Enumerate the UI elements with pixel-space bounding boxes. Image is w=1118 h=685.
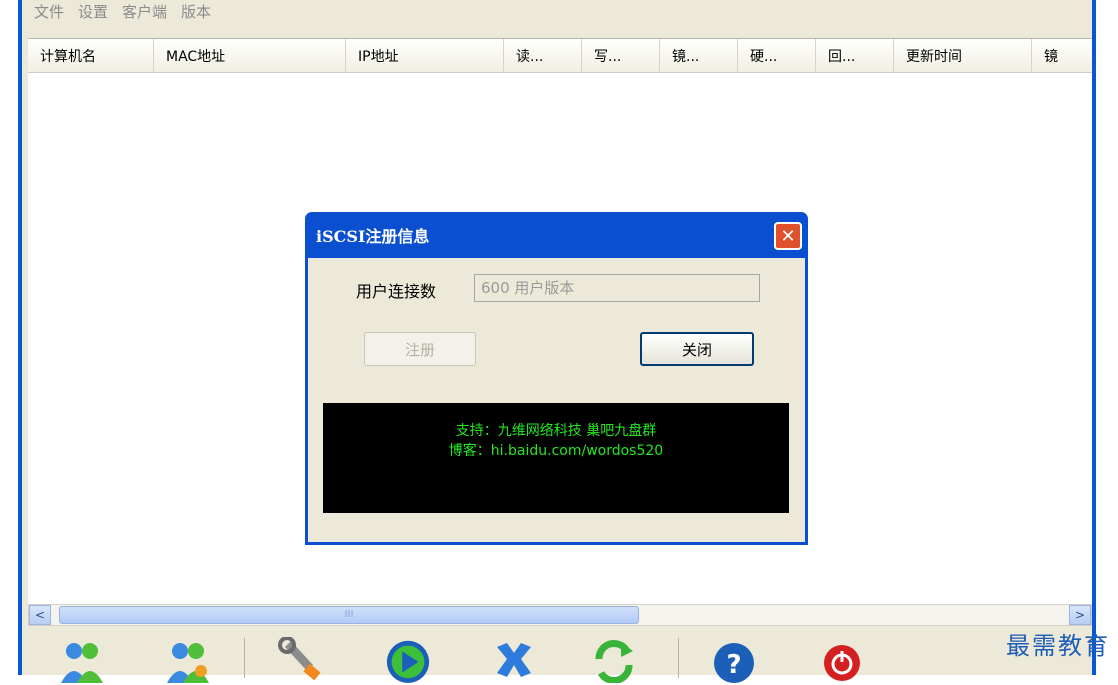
support-info-panel: 支持：九维网络科技 巢吧九盘群 博客：hi.baidu.com/wordos52… bbox=[323, 403, 789, 513]
column-computer-name[interactable]: 计算机名 bbox=[28, 39, 154, 72]
scroll-thumb[interactable]: III bbox=[59, 606, 639, 624]
menu-settings[interactable]: 设置 bbox=[78, 1, 108, 22]
column-ip-address[interactable]: IP地址 bbox=[346, 39, 504, 72]
play-icon[interactable] bbox=[384, 636, 432, 684]
toolbar: ? bbox=[22, 628, 1092, 684]
column-writeback[interactable]: 回... bbox=[816, 39, 894, 72]
wrench-icon[interactable] bbox=[276, 636, 324, 684]
help-icon[interactable]: ? bbox=[710, 636, 758, 684]
toolbar-separator bbox=[244, 638, 245, 678]
refresh-icon[interactable] bbox=[590, 636, 638, 684]
add-users-icon[interactable] bbox=[58, 636, 106, 684]
column-mirror-2[interactable]: 镜 bbox=[1032, 39, 1092, 72]
power-icon[interactable] bbox=[818, 636, 866, 684]
support-line: 支持：九维网络科技 巢吧九盘群 bbox=[455, 423, 657, 439]
user-count-label: 用户连接数 bbox=[356, 282, 437, 301]
watermark-text: 最需教育 bbox=[1006, 632, 1110, 660]
column-write[interactable]: 写... bbox=[582, 39, 660, 72]
register-button[interactable]: 注册 bbox=[364, 332, 476, 366]
toolbar-separator-2 bbox=[678, 638, 679, 678]
main-window: 文件 设置 客户端 版本 计算机名 MAC地址 IP地址 读... 写... 镜… bbox=[18, 0, 1096, 684]
svg-text:?: ? bbox=[726, 650, 741, 680]
dialog-body: 用户连接数 600 用户版本 注册 关闭 支持：九维网络科技 巢吧九盘群 博客：… bbox=[308, 258, 805, 542]
user-count-field: 600 用户版本 bbox=[474, 274, 760, 302]
column-update-time[interactable]: 更新时间 bbox=[894, 39, 1032, 72]
user-settings-icon[interactable] bbox=[164, 636, 212, 684]
column-read[interactable]: 读... bbox=[504, 39, 582, 72]
menu-bar: 文件 设置 客户端 版本 bbox=[22, 0, 1092, 22]
delete-icon[interactable] bbox=[490, 636, 538, 684]
menu-file[interactable]: 文件 bbox=[34, 1, 64, 22]
column-mac-address[interactable]: MAC地址 bbox=[154, 39, 346, 72]
horizontal-scrollbar[interactable]: < III > bbox=[28, 604, 1092, 626]
dialog-close-icon[interactable]: ✕ bbox=[774, 222, 802, 250]
scroll-right-button[interactable]: > bbox=[1069, 605, 1091, 625]
menu-client[interactable]: 客户端 bbox=[122, 1, 167, 22]
blog-line: 博客：hi.baidu.com/wordos520 bbox=[448, 443, 664, 459]
registration-dialog: iSCSI注册信息 ✕ 用户连接数 600 用户版本 注册 关闭 支持：九维网络… bbox=[305, 212, 808, 545]
dialog-title: iSCSI注册信息 bbox=[316, 227, 430, 246]
list-header: 计算机名 MAC地址 IP地址 读... 写... 镜... 硬... 回...… bbox=[28, 39, 1092, 73]
column-disk[interactable]: 硬... bbox=[738, 39, 816, 72]
close-button[interactable]: 关闭 bbox=[640, 332, 754, 366]
column-mirror[interactable]: 镜... bbox=[660, 39, 738, 72]
menu-version[interactable]: 版本 bbox=[181, 1, 211, 22]
scroll-left-button[interactable]: < bbox=[29, 605, 51, 625]
